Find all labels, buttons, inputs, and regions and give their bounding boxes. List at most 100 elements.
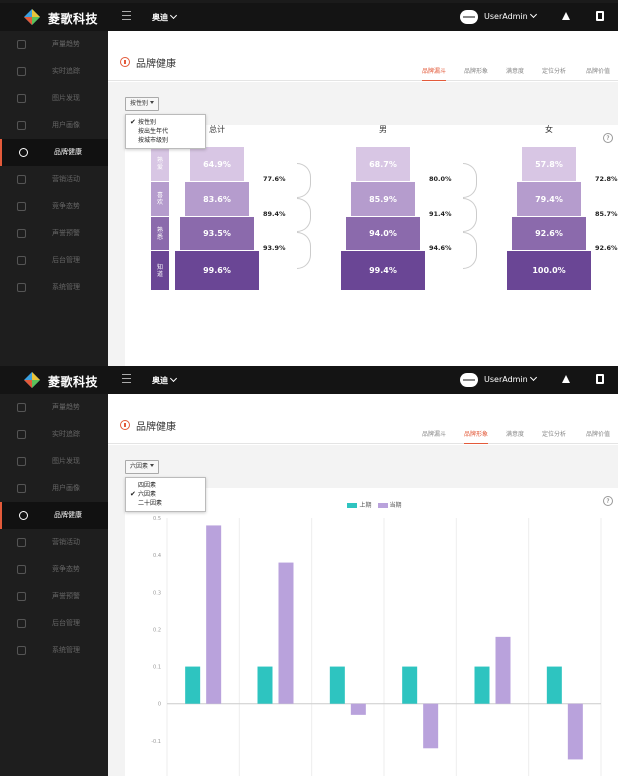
sidebar: 声量趋势实时追踪 图片发现 用户画像品牌健康营销活动竞争态势声誉预警后台管理系统管理 [0, 394, 108, 776]
sidebar-item[interactable]: 用户画像 [0, 475, 108, 502]
group-by-dropdown[interactable]: 按性别 [125, 97, 160, 111]
sidebar-item-label: 竞争态势 [52, 202, 80, 210]
bar [185, 666, 201, 704]
image-icon [17, 457, 26, 466]
top-bar: 菱歌科技 奥迪 UserAdmin [0, 3, 618, 31]
menu-icon[interactable] [122, 11, 131, 20]
logo-icon [24, 372, 40, 388]
sidebar-item-label: 营销活动 [52, 175, 80, 183]
sidebar-item[interactable]: 实时追踪 [0, 58, 108, 85]
stage-label: 喜欢 [151, 182, 169, 216]
calendar-icon [17, 175, 26, 184]
sidebar-item[interactable]: 声量趋势 [0, 394, 108, 421]
help-icon[interactable]: ? [603, 133, 613, 143]
tab-item[interactable]: 定位分析 [542, 65, 566, 81]
caret-down-icon [150, 464, 155, 467]
sidebar-item[interactable]: 后台管理 [0, 610, 108, 637]
brand-selector-label: 奥迪 [152, 376, 168, 385]
bar-chart-icon [17, 40, 26, 49]
dropdown-option-label: 二十因素 [138, 500, 163, 507]
user-name: UserAdmin [484, 375, 528, 384]
sidebar-item[interactable]: 声量趋势 [0, 31, 108, 58]
dropdown-option[interactable]: ✔ 按性别 [126, 118, 205, 127]
stage-label: 熟爱 [151, 147, 169, 181]
tab-bar: 品牌价值 定位分析 满意度 品牌形象 品牌漏斗 [404, 428, 618, 444]
stage-label: 知道 [151, 251, 169, 290]
sidebar-item[interactable]: 品牌健康 [0, 502, 108, 529]
sidebar-item[interactable]: 声誉预警 [0, 220, 108, 247]
user-menu[interactable]: UserAdmin [484, 373, 537, 384]
brand-selector[interactable]: 奥迪 [152, 374, 178, 386]
tab-item[interactable]: 品牌价值 [586, 65, 610, 81]
sidebar-item[interactable]: 图片发现 [0, 85, 108, 112]
conversion-rate: 72.8% [595, 175, 618, 183]
sidebar-item[interactable]: 营销活动 [0, 529, 108, 556]
avatar[interactable] [460, 10, 478, 24]
document-icon[interactable] [596, 374, 604, 384]
sidebar-item[interactable]: 后台管理 [0, 247, 108, 274]
tab-item[interactable]: 定位分析 [542, 428, 566, 444]
y-tick-label: 0.3 [153, 590, 161, 596]
sidebar-item[interactable]: 竞争态势 [0, 193, 108, 220]
sidebar-item-label: 实时追踪 [52, 67, 80, 75]
bar [350, 703, 366, 715]
brand-selector[interactable]: 奥迪 [152, 11, 178, 23]
sidebar-item-label: 后台管理 [52, 619, 80, 627]
tab-item[interactable]: 满意度 [506, 65, 524, 81]
sidebar-item[interactable]: 系统管理 [0, 274, 108, 301]
y-tick-label: 0.4 [153, 553, 161, 559]
conversion-rate: 91.4% [429, 210, 452, 218]
dropdown-option[interactable]: 按出生年代 [126, 127, 205, 136]
tab-item[interactable]: 品牌漏斗 [422, 428, 446, 444]
factor-dropdown[interactable]: 六因素 [125, 460, 160, 474]
user-menu[interactable]: UserAdmin [484, 10, 537, 21]
y-tick-label: 0.2 [153, 627, 161, 633]
dropdown-option[interactable]: 按城市级别 [126, 136, 205, 145]
bar [495, 636, 511, 704]
dropdown-menu: ✔ 按性别 按出生年代 按城市级别 [125, 114, 206, 149]
menu-icon[interactable] [122, 374, 131, 383]
tab-item[interactable]: 品牌漏斗 [421, 65, 446, 81]
dropdown-option[interactable]: 四因素 [126, 481, 205, 490]
sidebar-item-label: 声誉预警 [52, 229, 80, 237]
tab-item[interactable]: 满意度 [506, 428, 524, 444]
tab-item[interactable]: 品牌价值 [586, 428, 610, 444]
dropdown-option[interactable]: 二十因素 [126, 499, 205, 508]
server-icon [17, 619, 26, 628]
sidebar-item[interactable]: 实时追踪 [0, 421, 108, 448]
document-icon[interactable] [596, 11, 604, 21]
bar [257, 666, 273, 704]
shield-icon [17, 229, 26, 238]
y-tick-label: 0.5 [153, 516, 161, 522]
sidebar-item-label: 品牌健康 [54, 511, 82, 519]
logo-text: 菱歌科技 [48, 12, 99, 26]
bar [474, 666, 490, 704]
avatar[interactable] [460, 373, 478, 387]
sidebar-item-label: 竞争态势 [52, 565, 80, 573]
sidebar-item-label: 后台管理 [52, 256, 80, 264]
logo-icon [24, 9, 40, 25]
dropdown-option-label: 四因素 [138, 482, 157, 489]
dropdown-option[interactable]: ✔ 六因素 [126, 490, 205, 499]
bell-icon[interactable] [562, 12, 570, 20]
sidebar-item-label: 声量趋势 [52, 403, 80, 411]
sidebar-item[interactable]: 品牌健康 [0, 139, 108, 166]
chevron-down-icon [169, 374, 178, 383]
users-icon [17, 484, 26, 493]
sidebar-item[interactable]: 竞争态势 [0, 556, 108, 583]
sidebar-item[interactable]: 声誉预警 [0, 583, 108, 610]
bell-icon[interactable] [562, 375, 570, 383]
conversion-rate: 85.7% [595, 210, 618, 218]
funnel-stage: 68.7% [356, 147, 410, 181]
y-tick-label: 0 [158, 702, 161, 708]
tab-item[interactable]: 品牌形象 [464, 65, 488, 81]
conversion-rate: 92.6% [595, 244, 618, 252]
screenshot-funnel: 菱歌科技 奥迪 UserAdmin 声量趋势实时追踪图片发现 用户画像 品牌健康营销… [0, 3, 618, 367]
sidebar-item[interactable]: 用户画像 [0, 112, 108, 139]
main-area: 品牌健康 品牌价值 定位分析 满意度 品牌形象 品牌漏斗 ? 上期 当期 0.5 0.4 0.… [108, 394, 618, 776]
sidebar-item[interactable]: 图片发现 [0, 448, 108, 475]
sidebar-item[interactable]: 营销活动 [0, 166, 108, 193]
sidebar-item[interactable]: 系统管理 [0, 637, 108, 664]
tab-item[interactable]: 品牌形象 [463, 428, 488, 444]
sidebar-item-label: 系统管理 [52, 646, 80, 654]
